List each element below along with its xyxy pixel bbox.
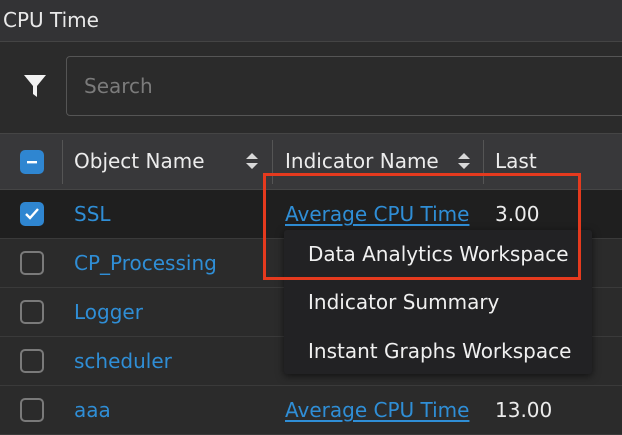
object-name-link[interactable]: SSL (74, 190, 111, 239)
column-header-object-name[interactable]: Object Name (74, 134, 205, 189)
column-header-indicator-name[interactable]: Indicator Name (285, 134, 439, 189)
sort-icon[interactable] (245, 151, 259, 171)
object-name-link[interactable]: aaa (74, 386, 111, 435)
column-divider (62, 140, 63, 184)
row-checkbox[interactable] (20, 300, 44, 324)
sort-icon[interactable] (457, 151, 471, 171)
object-name-link[interactable]: scheduler (74, 337, 172, 386)
filter-icon[interactable] (23, 73, 47, 99)
column-divider (272, 140, 273, 184)
search-input[interactable] (66, 56, 622, 116)
check-icon (25, 208, 39, 220)
select-all-checkbox[interactable] (20, 150, 44, 174)
object-name-link[interactable]: Logger (74, 288, 143, 337)
menu-item-indicator-summary[interactable]: Indicator Summary (308, 290, 499, 314)
table-row[interactable]: aaa Average CPU Time 13.00 (0, 386, 622, 435)
indicator-name-link[interactable]: Average CPU Time (285, 386, 469, 435)
row-checkbox[interactable] (20, 398, 44, 422)
last-value: 13.00 (495, 398, 553, 422)
table-header: Object Name Indicator Name Last (0, 133, 622, 190)
object-name-link[interactable]: CP_Processing (74, 239, 217, 288)
minus-icon (27, 161, 37, 164)
column-header-last[interactable]: Last (495, 134, 537, 189)
menu-item-instant-graphs-workspace[interactable]: Instant Graphs Workspace (308, 339, 571, 363)
panel-title: CPU Time (0, 0, 622, 42)
indicator-context-menu: Data Analytics Workspace Indicator Summa… (284, 230, 592, 374)
row-checkbox[interactable] (20, 349, 44, 373)
menu-item-data-analytics-workspace[interactable]: Data Analytics Workspace (308, 242, 569, 266)
column-divider (483, 140, 484, 184)
row-checkbox[interactable] (20, 202, 44, 226)
row-checkbox[interactable] (20, 251, 44, 275)
